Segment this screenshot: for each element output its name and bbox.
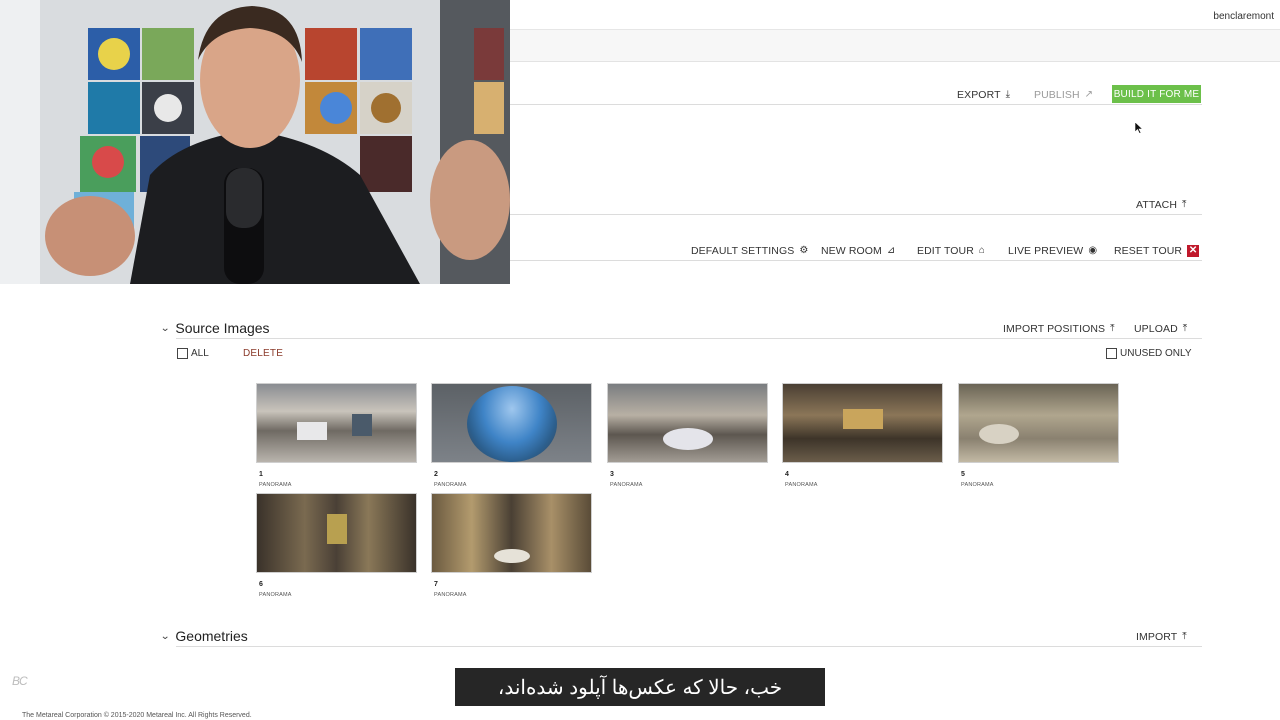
image-type: PANORAMA: [259, 592, 292, 598]
import-button[interactable]: IMPORT ⤒: [1136, 631, 1187, 643]
delete-button[interactable]: DELETE: [243, 348, 283, 359]
panorama-thumbnail[interactable]: [607, 383, 768, 463]
image-number: 4: [785, 471, 789, 478]
footer-logo: BC: [12, 674, 28, 688]
download-icon: ⤓: [1005, 89, 1011, 100]
unused-only-checkbox[interactable]: UNUSED ONLY: [1106, 348, 1192, 359]
import-label: IMPORT: [1136, 631, 1178, 643]
image-number: 2: [434, 471, 438, 478]
panorama-thumbnail[interactable]: [958, 383, 1119, 463]
source-images-title: Source Images: [175, 320, 270, 336]
default-settings-label: DEFAULT SETTINGS: [691, 245, 795, 257]
divider: [510, 214, 1202, 215]
arrow-up-right-icon: ↗: [1084, 89, 1094, 100]
divider: [176, 338, 1202, 339]
gear-icon: ⚙: [799, 245, 809, 256]
panorama-thumbnail[interactable]: [431, 493, 592, 573]
divider: [176, 646, 1202, 647]
upload-button[interactable]: UPLOAD ⤒: [1134, 323, 1187, 335]
close-icon: ✕: [1187, 245, 1200, 257]
default-settings-button[interactable]: DEFAULT SETTINGS ⚙: [691, 245, 808, 257]
upload-icon: ⤒: [1110, 323, 1115, 334]
image-type: PANORAMA: [785, 482, 818, 488]
new-room-icon: ⊿: [886, 245, 896, 256]
geometries-title: Geometries: [175, 628, 248, 644]
upload-icon: ⤒: [1182, 199, 1187, 210]
select-all-label: ALL: [191, 348, 209, 359]
new-room-button[interactable]: NEW ROOM ⊿: [821, 245, 895, 257]
mouse-cursor-icon: [1135, 122, 1143, 134]
chevron-down-icon: ⌄: [160, 630, 171, 642]
source-images-header[interactable]: ⌄ Source Images: [160, 320, 270, 336]
image-number: 6: [259, 581, 263, 588]
panorama-thumbnail[interactable]: [782, 383, 943, 463]
live-preview-button[interactable]: LIVE PREVIEW ◉: [1008, 245, 1097, 257]
attach-button[interactable]: ATTACH ⤒: [1136, 199, 1187, 211]
import-positions-button[interactable]: IMPORT POSITIONS ⤒: [1003, 323, 1115, 335]
new-room-label: NEW ROOM: [821, 245, 882, 257]
divider: [510, 104, 1202, 105]
import-positions-label: IMPORT POSITIONS: [1003, 323, 1106, 335]
edit-tour-label: EDIT TOUR: [917, 245, 974, 257]
username[interactable]: benclaremont: [1213, 11, 1274, 22]
export-label: EXPORT: [957, 89, 1001, 101]
edit-tour-button[interactable]: EDIT TOUR ⌂: [917, 245, 985, 257]
upload-label: UPLOAD: [1134, 323, 1178, 335]
live-preview-label: LIVE PREVIEW: [1008, 245, 1084, 257]
image-type: PANORAMA: [434, 482, 467, 488]
image-number: 5: [961, 471, 965, 478]
publish-label: PUBLISH: [1034, 89, 1080, 101]
webcam-image: [0, 0, 510, 284]
panorama-thumbnail[interactable]: [431, 383, 592, 463]
build-it-for-me-button[interactable]: BUILD IT FOR ME: [1112, 85, 1201, 103]
home-icon: ⌂: [978, 245, 986, 256]
reset-tour-button[interactable]: RESET TOUR ✕: [1114, 245, 1200, 257]
panorama-thumbnail[interactable]: [256, 493, 417, 573]
footer-copyright: The Metareal Corporation © 2015-2020 Met…: [22, 712, 252, 719]
image-type: PANORAMA: [610, 482, 643, 488]
attach-label: ATTACH: [1136, 199, 1178, 211]
chevron-down-icon: ⌄: [160, 322, 171, 334]
eye-icon: ◉: [1088, 245, 1098, 256]
checkbox-box[interactable]: [1106, 348, 1117, 359]
checkbox-box[interactable]: [177, 348, 188, 359]
export-button[interactable]: EXPORT ⤓: [957, 89, 1010, 101]
divider: [510, 260, 1202, 261]
publish-button[interactable]: PUBLISH ↗: [1034, 89, 1093, 101]
image-type: PANORAMA: [259, 482, 292, 488]
video-subtitle: خب، حالا که عکس‌ها آپلود شده‌اند،: [455, 668, 825, 706]
image-number: 3: [610, 471, 614, 478]
webcam-video: [0, 0, 510, 284]
upload-icon: ⤒: [1182, 631, 1187, 642]
geometries-header[interactable]: ⌄ Geometries: [160, 628, 248, 644]
select-all-checkbox[interactable]: ALL: [177, 348, 209, 359]
image-type: PANORAMA: [434, 592, 467, 598]
unused-only-label: UNUSED ONLY: [1120, 348, 1192, 359]
panorama-thumbnail[interactable]: [256, 383, 417, 463]
reset-tour-label: RESET TOUR: [1114, 245, 1183, 257]
image-number: 1: [259, 471, 263, 478]
image-type: PANORAMA: [961, 482, 994, 488]
image-number: 7: [434, 581, 438, 588]
upload-icon: ⤒: [1182, 323, 1188, 334]
